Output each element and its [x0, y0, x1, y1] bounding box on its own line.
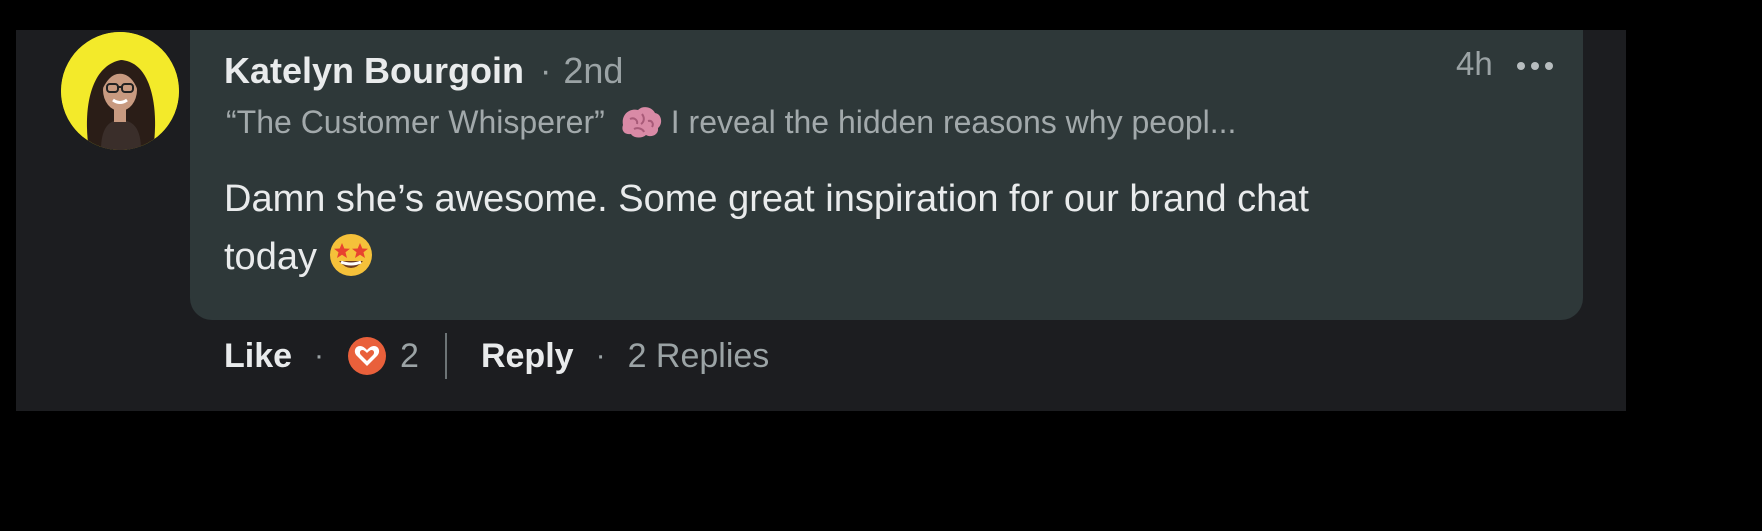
author-name[interactable]: Katelyn Bourgoin	[224, 50, 524, 92]
avatar-photo	[61, 32, 179, 150]
author-row: Katelyn Bourgoin · 2nd	[224, 47, 623, 95]
comment-timestamp: 4h	[1456, 45, 1493, 82]
comment-body-line-2: today	[224, 236, 317, 278]
headline-text-end: I reveal the hidden reasons why peopl...	[670, 103, 1237, 140]
more-options-button[interactable]	[1514, 48, 1556, 84]
headline-text-start: “The Customer Whisperer”	[226, 103, 605, 140]
connection-degree: 2nd	[563, 50, 624, 91]
action-separator: ·	[314, 339, 325, 372]
comment-body: Damn she’s awesome. Some great inspirati…	[224, 170, 1444, 286]
author-headline: “The Customer Whisperer” I reveal the hi…	[226, 100, 1236, 144]
star-struck-emoji-icon	[327, 231, 375, 279]
author-avatar[interactable]	[61, 32, 179, 150]
actions-divider	[444, 333, 447, 379]
reaction-count[interactable]: 2	[400, 337, 419, 376]
comment-actions: Like · 2 Reply · 2 Replies	[224, 326, 769, 386]
replies-separator: ·	[595, 339, 606, 372]
reply-button[interactable]: Reply	[481, 337, 574, 376]
author-separator: ·	[540, 51, 552, 90]
view-replies-link[interactable]: 2 Replies	[628, 337, 770, 376]
comment-body-line-1: Damn she’s awesome. Some great inspirati…	[224, 178, 1309, 220]
heart-reaction-icon[interactable]	[346, 335, 388, 377]
ellipsis-icon	[1517, 62, 1553, 70]
like-button[interactable]: Like	[224, 337, 292, 376]
brain-emoji-icon	[619, 105, 663, 139]
